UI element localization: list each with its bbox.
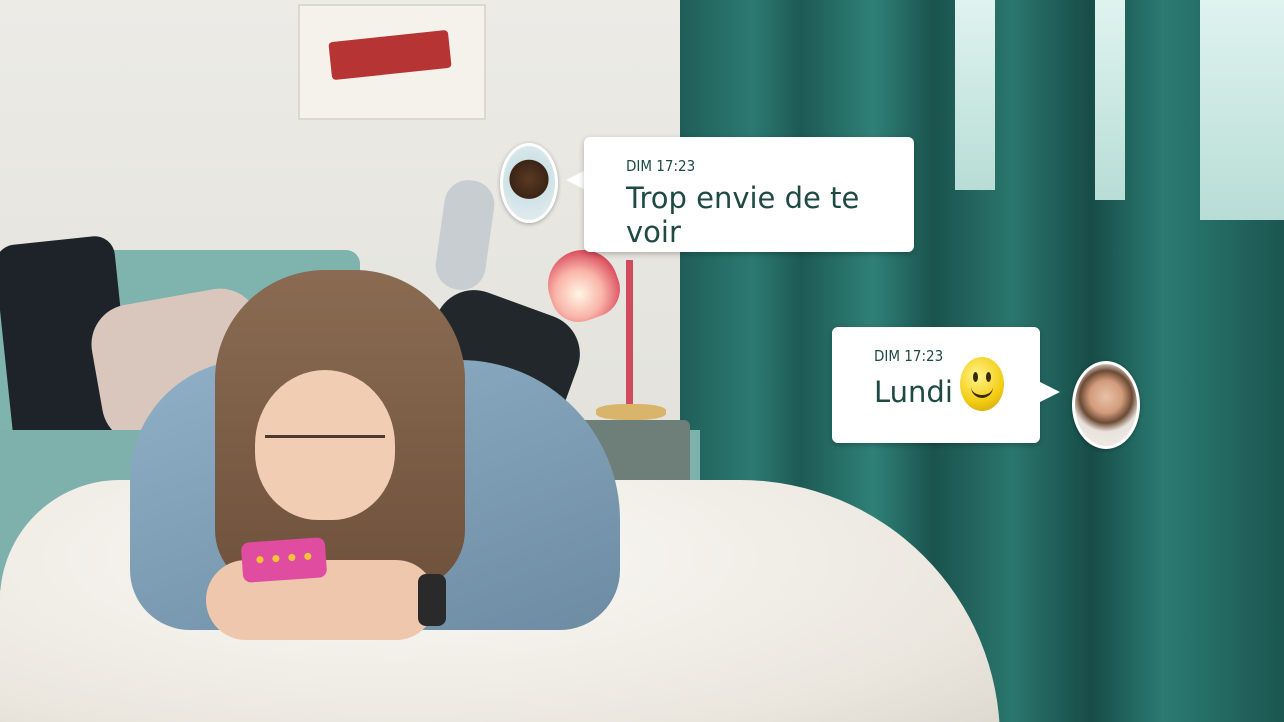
message-text: Lundi (874, 375, 953, 409)
message-bubble-2[interactable]: DIM 17:23 Lundi (832, 327, 1040, 443)
window-light (955, 0, 995, 190)
glasses (265, 435, 385, 468)
boy-avatar[interactable] (500, 143, 558, 223)
wristwatch (418, 574, 446, 626)
wall-poster (298, 4, 486, 120)
girl-avatar[interactable] (1072, 361, 1140, 449)
window-light (1095, 0, 1125, 200)
photo-scene (0, 0, 1284, 722)
smartphone (240, 537, 328, 583)
bubble-tail (1040, 382, 1060, 402)
bubble-tail (566, 170, 586, 190)
message-text: Trop envie de te voir (626, 181, 860, 249)
message-bubble-1[interactable]: DIM 17:23 Trop envie de te voir (584, 137, 914, 252)
window-light (1200, 0, 1284, 220)
smiley-icon (960, 357, 1004, 411)
message-time: DIM 17:23 (626, 157, 696, 175)
message-time: DIM 17:23 (874, 347, 944, 365)
lamp-base (596, 404, 666, 420)
lamp-stem (626, 260, 633, 410)
